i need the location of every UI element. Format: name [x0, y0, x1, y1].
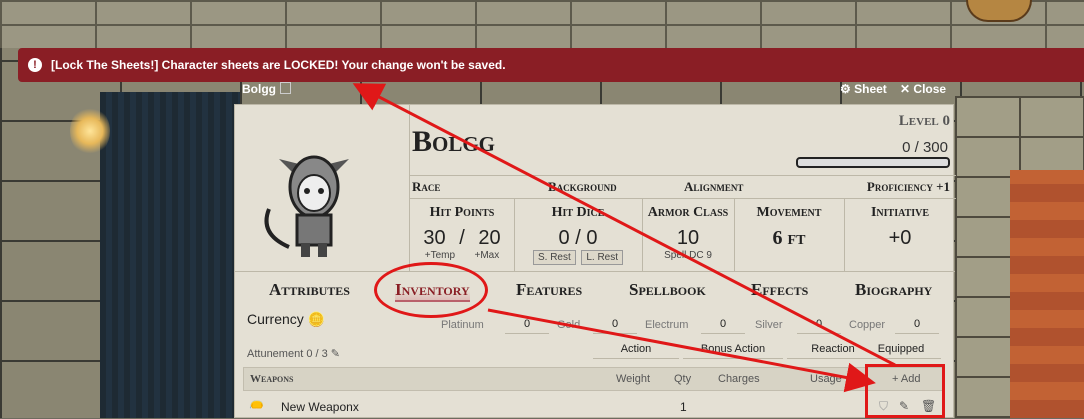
annotation-arrows	[352, 83, 896, 393]
annotation-arrow-to-banner	[352, 83, 896, 367]
